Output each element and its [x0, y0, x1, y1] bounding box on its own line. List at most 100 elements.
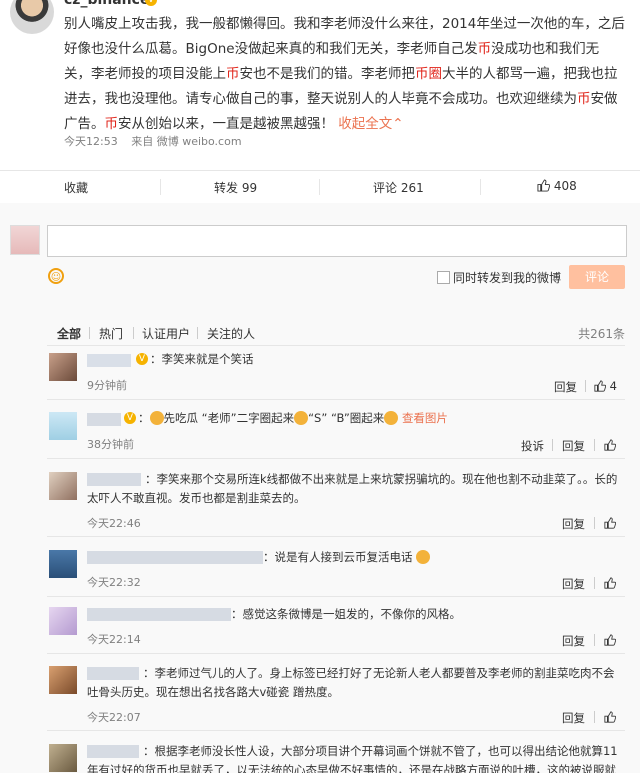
reply-button[interactable]: 回复 — [562, 438, 585, 454]
commenter-name[interactable] — [87, 551, 263, 564]
post-text-segment: 币 — [577, 91, 591, 107]
comment-input[interactable] — [47, 225, 627, 257]
comment-button[interactable]: 评论 261 — [373, 179, 424, 196]
avatar[interactable] — [49, 353, 77, 381]
comment-text: ：根据李老师没长性人设，大部分项目讲个开幕词画个饼就不管了，也可以得出结论他就算… — [87, 744, 618, 773]
submit-comment-button[interactable]: 评论 — [569, 265, 625, 289]
commenter-name[interactable] — [87, 608, 231, 621]
comment-item: ：李笑来那个交易所连k线都做不出来就是上来坑蒙拐骗坑的。现在他也割不动韭菜了。。… — [47, 472, 625, 537]
thumb-up-icon — [537, 179, 551, 192]
post-text-segment: 币圈 — [415, 66, 442, 82]
favorite-button[interactable]: 收藏 — [64, 179, 88, 196]
comment-like-count: 4 — [609, 379, 617, 393]
divider — [594, 517, 595, 529]
avatar[interactable] — [49, 472, 77, 500]
my-avatar — [10, 225, 40, 255]
thumb-up-icon — [604, 711, 617, 723]
post-body: 别人嘴皮上攻击我，我一般都懒得回。我和李老师没什么来往，2014年坐过一次他的车… — [64, 12, 626, 137]
like-button[interactable]: 408 — [537, 179, 577, 193]
comment-item: ：李老师过气儿的人了。身上标签已经打好了无论新人老人都要普及李老师的割韭菜吃肉不… — [47, 666, 625, 731]
divider — [480, 179, 481, 195]
comment-time: 今天22:46 — [87, 517, 141, 530]
source-prefix: 来自 — [131, 135, 154, 148]
comment-item: ：说是有人接到云币复活电话 今天22:32 回复 — [47, 550, 625, 597]
comment-text: ： 先吃瓜 “老师”二字圈起来 “S” “B”圈起来 查看图片 — [138, 409, 640, 428]
repost-button[interactable]: 转发 99 — [214, 179, 257, 196]
post-text-segment: 安从创始以来，一直是越被黑越强！ — [118, 116, 334, 132]
view-image-link[interactable]: 查看图片 — [402, 411, 448, 425]
comment-like-button[interactable] — [604, 438, 617, 452]
comment-text: ：说是有人接到云币复活电话 — [263, 548, 640, 567]
tab-verified[interactable]: 认证用户 — [142, 325, 190, 342]
comment-text: ：李老师过气儿的人了。身上标签已经打好了无论新人老人都要普及李老师的割韭菜吃肉不… — [87, 666, 615, 699]
post-time[interactable]: 今天12:53 — [64, 135, 118, 148]
reply-button[interactable]: 回复 — [562, 710, 585, 726]
author-avatar[interactable] — [10, 0, 54, 34]
comment-text: ：李笑来那个交易所连k线都做不出来就是上来坑蒙拐骗坑的。现在他也割不动韭菜了。。… — [87, 472, 618, 505]
commenter-name[interactable] — [87, 413, 121, 426]
divider — [160, 179, 161, 195]
collapse-text-link[interactable]: 收起全文 — [334, 116, 392, 132]
comment-item: V ：李笑来就是个笑话 9分钟前 回复 4 — [47, 352, 625, 400]
emoji-icon — [149, 411, 164, 425]
comment-like-button[interactable]: 4 — [594, 379, 617, 393]
comment-like-button[interactable] — [604, 633, 617, 647]
divider — [594, 577, 595, 589]
comment-like-button[interactable] — [604, 576, 617, 590]
thumb-up-icon — [604, 439, 617, 451]
divider — [319, 179, 320, 195]
avatar[interactable] — [49, 607, 77, 635]
commenter-name[interactable] — [87, 354, 131, 367]
repost-checkbox-label[interactable]: 同时转发到我的微博 — [453, 269, 561, 286]
comment-total: 共261条 — [578, 327, 625, 341]
thumb-up-icon — [594, 380, 607, 392]
tab-all[interactable]: 全部 — [57, 325, 81, 342]
comment-text: ：李笑来就是个笑话 — [150, 352, 254, 366]
tab-following[interactable]: 关注的人 — [207, 325, 255, 342]
repost-checkbox[interactable] — [437, 271, 450, 284]
divider — [585, 380, 586, 392]
thumb-up-icon — [604, 517, 617, 529]
thumb-up-icon — [604, 634, 617, 646]
comment-time: 今天22:07 — [87, 711, 141, 724]
comment-time: 9分钟前 — [87, 379, 127, 392]
comment-text-part: ：说是有人接到云币复活电话 — [263, 550, 413, 564]
comment-filters: 全部 热门 认证用户 关注的人 共261条 — [47, 323, 625, 346]
divider — [594, 634, 595, 646]
comment-text: ：感觉这条微博是一姐发的，不像你的风格。 — [231, 607, 461, 621]
avatar[interactable] — [49, 412, 77, 440]
collapse-text-link[interactable]: ⌃ — [392, 116, 403, 132]
comment-item: ：感觉这条微博是一姐发的，不像你的风格。 今天22:14 回复 — [47, 607, 625, 654]
post-source[interactable]: 微博 weibo.com — [157, 135, 242, 148]
post-text-segment: 币 — [104, 116, 119, 132]
post-text-segment: 币 — [477, 41, 492, 57]
comment-like-button[interactable] — [604, 516, 617, 530]
author-name[interactable]: cz_binance — [64, 0, 149, 8]
verified-icon: V — [136, 353, 148, 365]
reply-button[interactable]: 回复 — [554, 379, 577, 395]
divider — [552, 439, 553, 451]
post-text-segment: 安也不是我们的错。李老师把 — [239, 66, 416, 82]
verified-icon: V — [124, 412, 136, 424]
post-meta: 今天12:53 来自 微博 weibo.com — [64, 133, 242, 149]
comment-time: 今天22:32 — [87, 576, 141, 589]
emoji-icon — [384, 411, 399, 425]
action-bar: 收藏 转发 99 评论 261 408 — [0, 170, 640, 204]
divider — [197, 327, 198, 339]
comment-text-part: “S” “B”圈起来 — [308, 411, 385, 425]
reply-button[interactable]: 回复 — [562, 576, 585, 592]
divider — [594, 439, 595, 451]
avatar[interactable] — [49, 550, 77, 578]
reply-button[interactable]: 回复 — [562, 516, 585, 532]
report-button[interactable]: 投诉 — [521, 438, 544, 454]
comment-item: ：根据李老师没长性人设，大部分项目讲个开幕词画个饼就不管了，也可以得出结论他就算… — [47, 744, 625, 773]
comment-prefix: ： — [138, 411, 150, 425]
avatar[interactable] — [49, 744, 77, 772]
reply-button[interactable]: 回复 — [562, 633, 585, 649]
avatar[interactable] — [49, 666, 77, 694]
emoji-icon — [294, 411, 309, 425]
smile-icon[interactable]: ☺ — [48, 268, 64, 284]
comment-text-part: 先吃瓜 “老师”二字圈起来 — [163, 411, 295, 425]
comment-like-button[interactable] — [604, 710, 617, 724]
tab-hot[interactable]: 热门 — [99, 325, 123, 342]
